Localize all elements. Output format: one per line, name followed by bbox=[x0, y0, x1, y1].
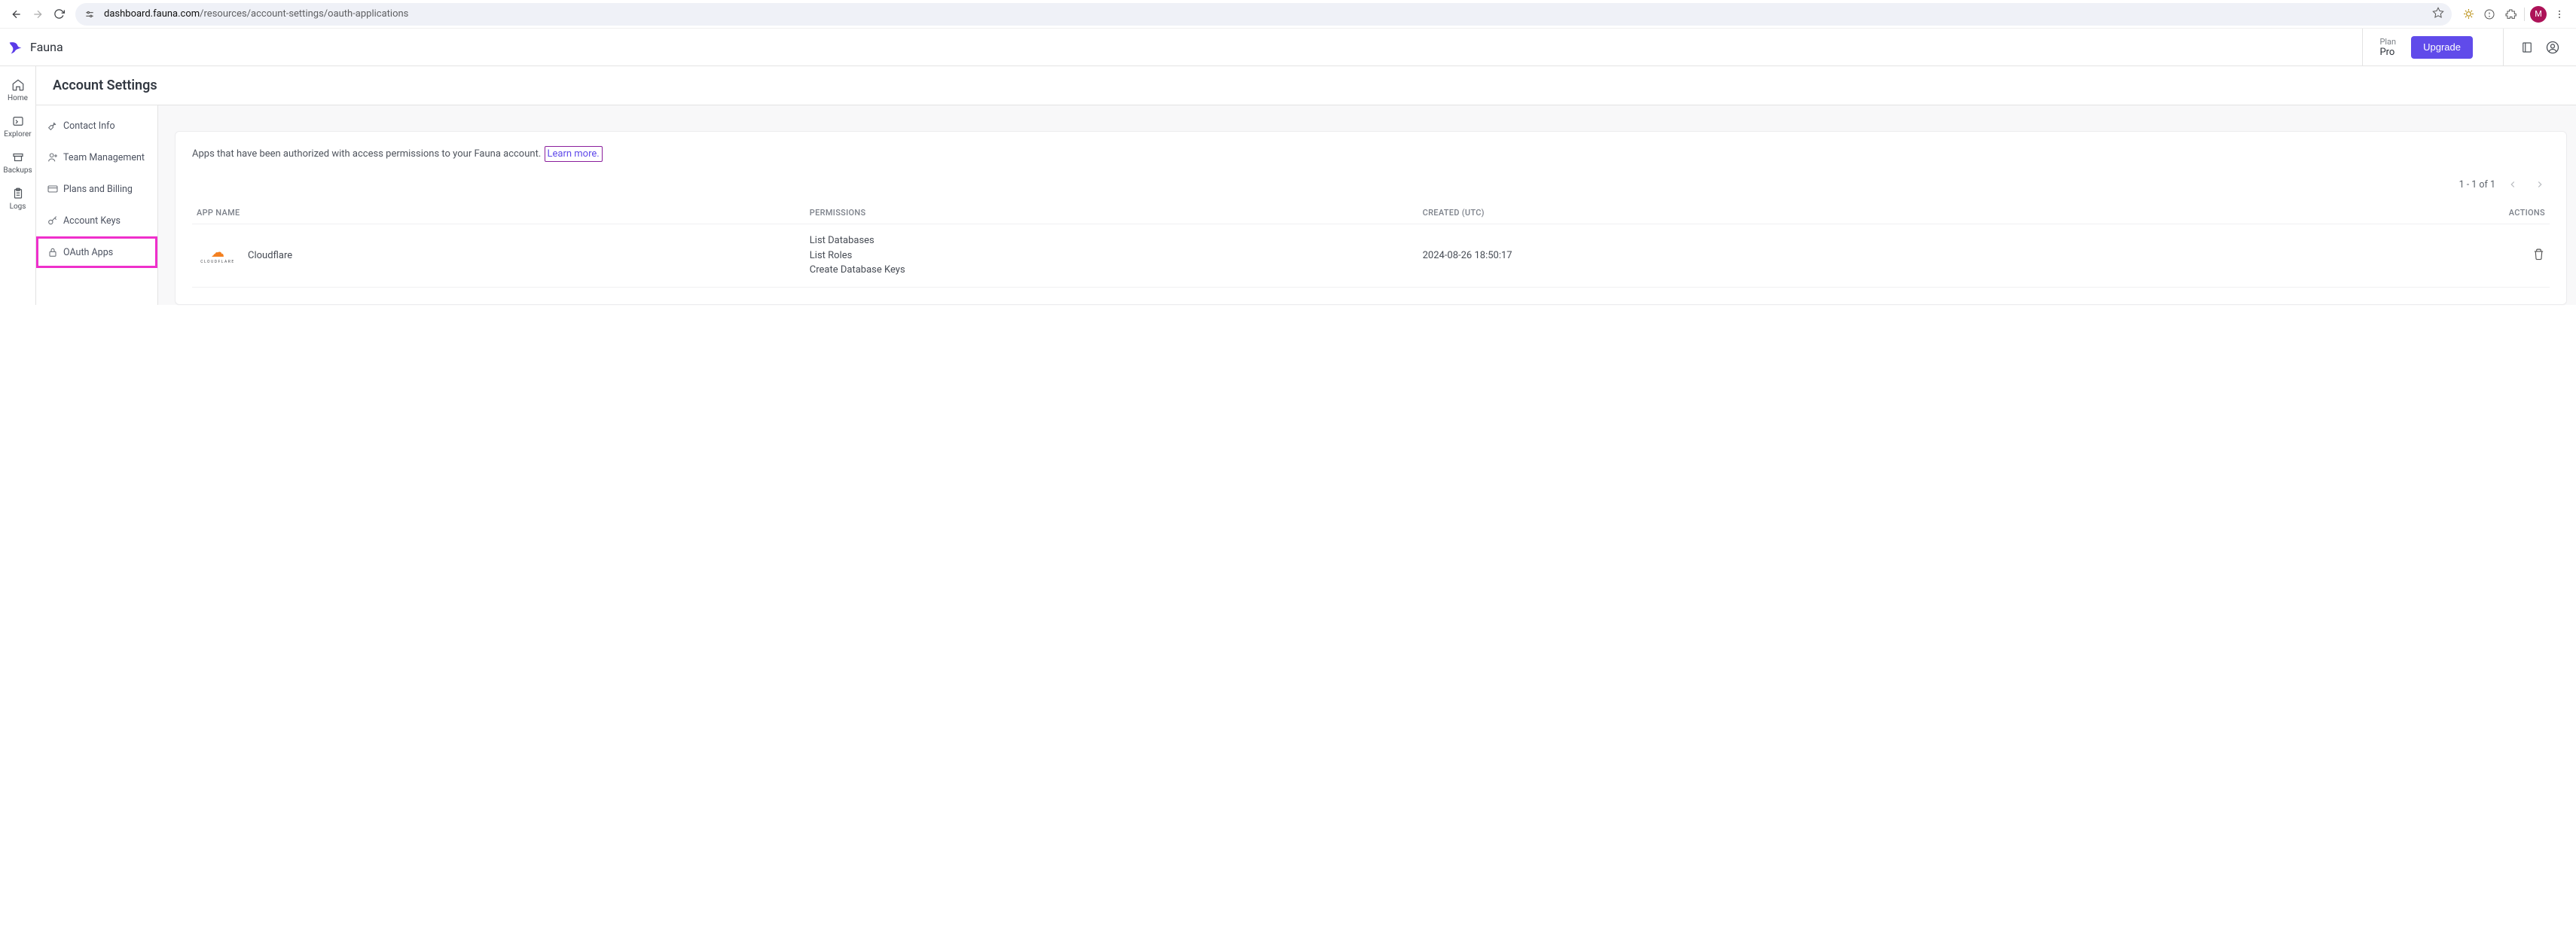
wrench-icon bbox=[47, 120, 59, 132]
left-rail: Home Explorer Backups Logs bbox=[0, 66, 36, 305]
reload-icon bbox=[53, 8, 65, 20]
column-header-permissions: PERMISSIONS bbox=[805, 202, 1418, 224]
subnav-item-team-management[interactable]: Team Management bbox=[36, 142, 157, 173]
url-path: /resources/account-settings/oauth-applic… bbox=[200, 8, 408, 20]
learn-more-link[interactable]: Learn more. bbox=[545, 146, 603, 162]
vendor-wordmark: CLOUDFLARE bbox=[200, 260, 234, 264]
url-host: dashboard.fauna.com bbox=[104, 8, 200, 20]
subnav-item-oauth-apps[interactable]: OAuth Apps bbox=[36, 236, 157, 268]
browser-profile-button[interactable]: M bbox=[2528, 4, 2549, 25]
rail-item-label: Home bbox=[8, 94, 28, 102]
fauna-bird-icon bbox=[8, 39, 24, 56]
trash-icon bbox=[2532, 248, 2545, 260]
permission-item: List Databases bbox=[810, 233, 1414, 248]
permissions-cell: List Databases List Roles Create Databas… bbox=[805, 224, 1418, 288]
arrow-left-icon bbox=[11, 8, 23, 20]
browser-reload-button[interactable] bbox=[48, 4, 69, 25]
account-icon[interactable] bbox=[2540, 35, 2565, 60]
arrow-right-icon bbox=[32, 8, 44, 20]
oauth-apps-table: APP NAME PERMISSIONS CREATED (UTC) ACTIO… bbox=[192, 202, 2550, 288]
extension-icon-1[interactable] bbox=[2458, 4, 2479, 25]
pagination-next-button[interactable] bbox=[2530, 175, 2550, 194]
panel-description-text: Apps that have been authorized with acce… bbox=[192, 148, 541, 160]
pagination-controls: 1 - 1 of 1 bbox=[192, 175, 2550, 194]
app-logo[interactable]: Fauna bbox=[8, 39, 63, 56]
extension-icon-2[interactable] bbox=[2479, 4, 2500, 25]
browser-toolbar: dashboard.fauna.com/resources/account-se… bbox=[0, 0, 2576, 29]
bookmark-star-icon[interactable] bbox=[2432, 7, 2444, 22]
table-row: ☁ CLOUDFLARE Cloudflare List Databases L… bbox=[192, 224, 2550, 288]
browser-url-bar[interactable]: dashboard.fauna.com/resources/account-se… bbox=[75, 3, 2452, 26]
rail-item-explorer[interactable]: Explorer bbox=[0, 108, 35, 145]
subnav-item-label: Contact Info bbox=[63, 120, 115, 132]
subnav-item-plans-billing[interactable]: Plans and Billing bbox=[36, 173, 157, 205]
user-plus-icon bbox=[47, 151, 59, 163]
chevron-left-icon bbox=[2507, 179, 2518, 190]
credit-card-icon bbox=[47, 183, 59, 195]
created-cell: 2024-08-26 18:50:17 bbox=[1418, 224, 2314, 288]
browser-forward-button[interactable] bbox=[27, 4, 48, 25]
browser-back-button[interactable] bbox=[6, 4, 27, 25]
rail-item-label: Logs bbox=[10, 203, 26, 211]
pagination-prev-button[interactable] bbox=[2503, 175, 2523, 194]
page-range-text: 1 - 1 of 1 bbox=[2459, 179, 2495, 190]
lock-icon bbox=[47, 246, 59, 258]
app-name: Cloudflare bbox=[248, 250, 292, 261]
oauth-apps-panel: Apps that have been authorized with acce… bbox=[175, 131, 2567, 305]
page-title: Account Settings bbox=[53, 78, 157, 93]
brand-name: Fauna bbox=[30, 40, 63, 54]
app-name-cell: ☁ CLOUDFLARE Cloudflare bbox=[197, 246, 801, 264]
extensions-puzzle-icon[interactable] bbox=[2500, 4, 2521, 25]
avatar-initial: M bbox=[2535, 9, 2542, 19]
rail-item-home[interactable]: Home bbox=[0, 72, 35, 108]
cloudflare-icon: ☁ CLOUDFLARE bbox=[197, 246, 239, 264]
archive-icon bbox=[11, 151, 25, 164]
browser-kebab-menu[interactable] bbox=[2549, 4, 2570, 25]
plan-box: Plan Pro Upgrade bbox=[2362, 29, 2503, 65]
settings-subnav: Contact Info Team Management Plans and B… bbox=[36, 105, 158, 305]
terminal-icon bbox=[11, 114, 25, 128]
chevron-right-icon bbox=[2535, 179, 2545, 190]
column-header-created: CREATED (UTC) bbox=[1418, 202, 2314, 224]
upgrade-button[interactable]: Upgrade bbox=[2411, 36, 2473, 59]
site-settings-icon[interactable] bbox=[83, 8, 96, 21]
column-header-actions: ACTIONS bbox=[2314, 202, 2550, 224]
subnav-item-label: Account Keys bbox=[63, 215, 121, 227]
plan-label: Plan bbox=[2379, 37, 2396, 47]
browser-right-actions: M bbox=[2458, 4, 2570, 25]
delete-app-button[interactable] bbox=[2532, 248, 2545, 263]
panel-description: Apps that have been authorized with acce… bbox=[192, 148, 2550, 160]
subnav-item-label: OAuth Apps bbox=[63, 247, 113, 258]
key-icon bbox=[47, 215, 59, 227]
permission-item: Create Database Keys bbox=[810, 263, 1414, 278]
home-icon bbox=[11, 78, 25, 92]
browser-separator bbox=[2524, 8, 2525, 21]
plan-value: Pro bbox=[2379, 47, 2396, 58]
app-header: Fauna Plan Pro Upgrade bbox=[0, 29, 2576, 66]
subnav-item-account-keys[interactable]: Account Keys bbox=[36, 205, 157, 236]
rail-item-label: Explorer bbox=[4, 130, 31, 139]
rail-item-logs[interactable]: Logs bbox=[0, 181, 35, 217]
subnav-item-contact-info[interactable]: Contact Info bbox=[36, 110, 157, 142]
page-title-bar: Account Settings bbox=[36, 66, 2576, 105]
subnav-item-label: Plans and Billing bbox=[63, 184, 133, 195]
permission-item: List Roles bbox=[810, 248, 1414, 263]
clipboard-icon bbox=[11, 187, 25, 200]
column-header-app: APP NAME bbox=[192, 202, 805, 224]
docs-icon[interactable] bbox=[2514, 35, 2540, 60]
main-area: Apps that have been authorized with acce… bbox=[158, 105, 2576, 305]
rail-item-label: Backups bbox=[3, 166, 32, 175]
subnav-item-label: Team Management bbox=[63, 152, 145, 163]
rail-item-backups[interactable]: Backups bbox=[0, 145, 35, 181]
profile-avatar: M bbox=[2530, 6, 2547, 23]
